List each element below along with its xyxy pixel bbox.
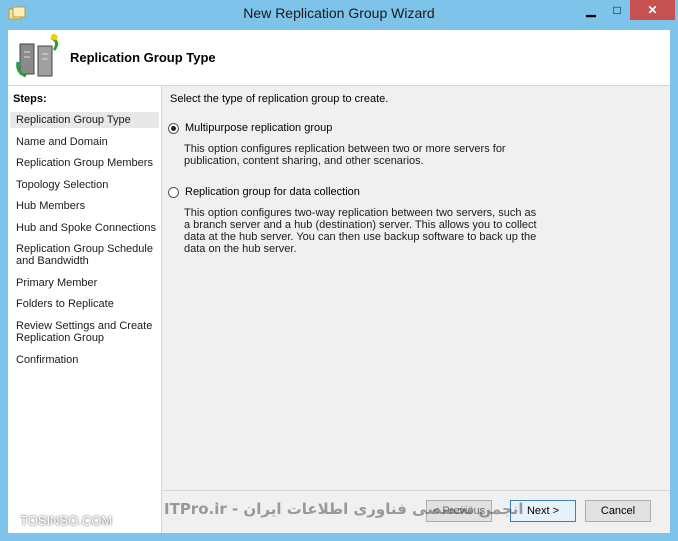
cancel-button[interactable]: Cancel bbox=[585, 500, 651, 522]
steps-panel: Steps: Replication Group Type Name and D… bbox=[8, 86, 162, 533]
close-icon: ✕ bbox=[647, 3, 658, 17]
steps-label: Steps: bbox=[13, 93, 47, 105]
data-collection-description: This option configures two-way replicati… bbox=[184, 207, 537, 255]
window-title: New Replication Group Wizard bbox=[243, 5, 435, 21]
data-collection-label[interactable]: Replication group for data collection bbox=[185, 186, 360, 198]
step-replication-group-members[interactable]: Replication Group Members bbox=[10, 155, 159, 171]
step-folders-to-replicate[interactable]: Folders to Replicate bbox=[10, 296, 159, 312]
maximize-button[interactable]: □ bbox=[604, 0, 630, 20]
step-confirmation[interactable]: Confirmation bbox=[10, 352, 159, 368]
minimize-icon: ▁ bbox=[586, 3, 596, 17]
minimize-button[interactable]: ▁ bbox=[578, 0, 604, 20]
step-review-settings[interactable]: Review Settings and Create Replication G… bbox=[10, 318, 159, 346]
multipurpose-description: This option configures replication betwe… bbox=[184, 143, 506, 167]
watermark-site: TOSINSO.COM bbox=[20, 513, 113, 528]
step-name-and-domain[interactable]: Name and Domain bbox=[10, 134, 159, 150]
multipurpose-label[interactable]: Multipurpose replication group bbox=[185, 122, 332, 134]
multipurpose-option[interactable]: Multipurpose replication group bbox=[168, 122, 332, 134]
wizard-window: New Replication Group Wizard ▁ □ ✕ Repli… bbox=[0, 0, 678, 541]
replication-servers-icon bbox=[16, 34, 59, 78]
step-replication-group-type[interactable]: Replication Group Type bbox=[10, 112, 159, 128]
step-hub-members[interactable]: Hub Members bbox=[10, 198, 159, 214]
instruction-text: Select the type of replication group to … bbox=[170, 93, 389, 105]
step-primary-member[interactable]: Primary Member bbox=[10, 275, 159, 291]
step-topology-selection[interactable]: Topology Selection bbox=[10, 177, 159, 193]
wizard-header: Replication Group Type bbox=[8, 30, 670, 86]
page-title: Replication Group Type bbox=[70, 50, 216, 65]
step-hub-spoke-connections[interactable]: Hub and Spoke Connections bbox=[10, 220, 159, 236]
watermark-text: ITPro.ir - انجمن تخصصی فناوری اطلاعات ای… bbox=[164, 500, 524, 518]
title-bar[interactable]: New Replication Group Wizard ▁ □ ✕ bbox=[0, 0, 678, 30]
maximize-icon: □ bbox=[613, 3, 621, 17]
step-schedule-bandwidth[interactable]: Replication Group Schedule and Bandwidth bbox=[10, 241, 159, 269]
wizard-client-area: Replication Group Type Steps: Replicatio… bbox=[8, 30, 670, 533]
data-collection-option[interactable]: Replication group for data collection bbox=[168, 186, 360, 198]
close-button[interactable]: ✕ bbox=[630, 0, 675, 20]
footer-divider bbox=[162, 490, 670, 491]
multipurpose-radio[interactable] bbox=[168, 122, 179, 134]
wizard-content: Select the type of replication group to … bbox=[162, 86, 670, 466]
data-collection-radio[interactable] bbox=[168, 186, 179, 198]
